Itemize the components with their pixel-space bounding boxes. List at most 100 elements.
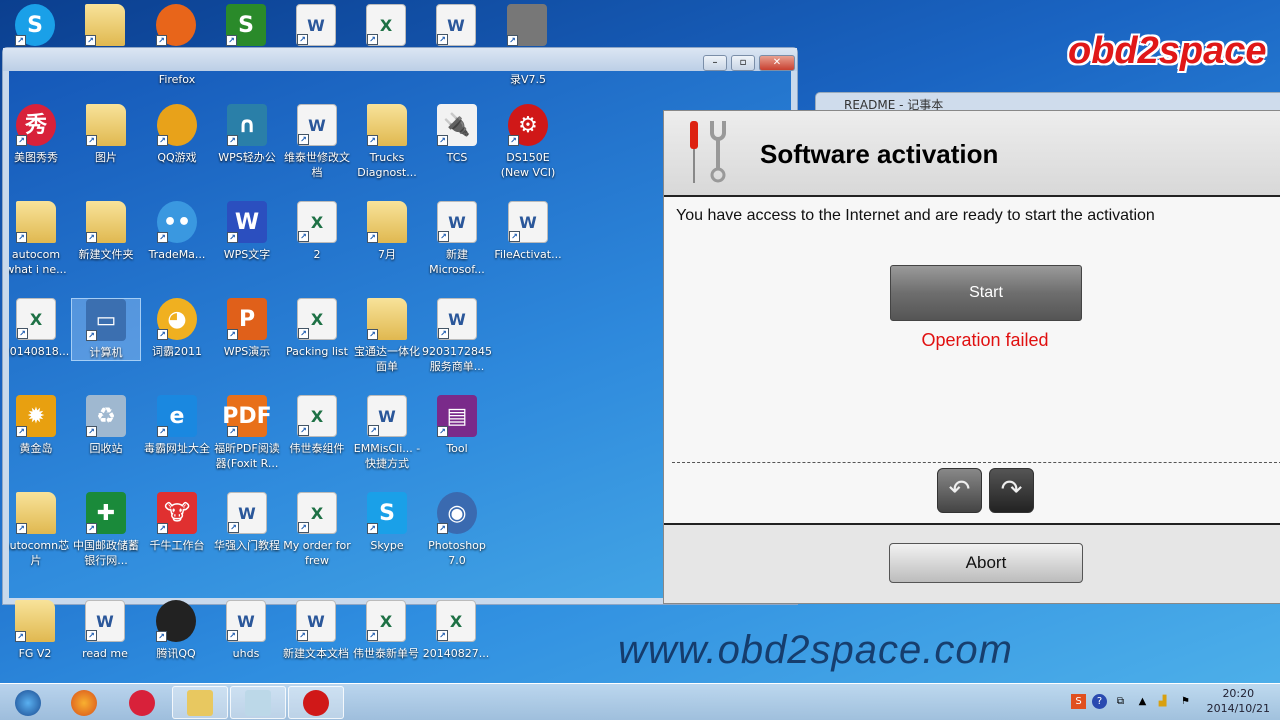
desktop-icon[interactable]: X ↗ 20140827...: [421, 600, 491, 661]
shortcut-arrow-icon: ↗: [86, 630, 97, 641]
app-icon: 秀 ↗: [16, 104, 56, 146]
desktop-icon[interactable]: P ↗ WPS演示: [212, 298, 282, 359]
desktop-icon[interactable]: X ↗ 2: [282, 201, 352, 262]
document-icon: W ↗: [297, 104, 337, 146]
desktop-icon[interactable]: X ↗ 伟世泰组件: [282, 395, 352, 456]
abort-button[interactable]: Abort: [889, 543, 1083, 583]
desktop-icon[interactable]: ✹ ↗ 黄金岛: [9, 395, 71, 456]
shortcut-arrow-icon: ↗: [437, 630, 448, 641]
shortcut-arrow-icon: ↗: [437, 34, 448, 45]
show-hidden-icons[interactable]: ▲: [1135, 694, 1150, 709]
desktop-icon[interactable]: ♻ ↗ 回收站: [71, 395, 141, 456]
taskbar-firefox[interactable]: [56, 686, 112, 719]
desktop-icon[interactable]: ◕ ↗ 词霸2011: [142, 298, 212, 359]
desktop-icon[interactable]: W ↗: [421, 4, 491, 50]
desktop-icon[interactable]: ↗ Trucks Diagnost...: [352, 104, 422, 180]
start-button[interactable]: [0, 686, 56, 719]
taskbar-meitu[interactable]: [114, 686, 170, 719]
shortcut-arrow-icon: ↗: [298, 328, 309, 339]
desktop-icon[interactable]: PDF ↗ 福昕PDF阅读器(Foxit R...: [212, 395, 282, 471]
desktop-icon[interactable]: 🐮 ↗ 千牛工作台: [142, 492, 212, 553]
desktop-icon[interactable]: W ↗ WPS文字: [212, 201, 282, 262]
desktop-icon[interactable]: 秀 ↗ 美图秀秀: [9, 104, 71, 165]
desktop-icon[interactable]: X ↗ Packing list: [282, 298, 352, 359]
spreadsheet-icon: X ↗: [366, 4, 406, 46]
action-center-flag-icon[interactable]: ⚑: [1178, 694, 1193, 709]
shortcut-arrow-icon: ↗: [86, 135, 97, 146]
desktop-icon[interactable]: W ↗ FileActivat...: [493, 201, 563, 262]
desktop-icon[interactable]: ∩ ↗ WPS轻办公: [212, 104, 282, 165]
desktop-icon[interactable]: W ↗ 9203172845服务商单...: [422, 298, 492, 374]
back-arrow-icon[interactable]: ↶: [937, 468, 982, 513]
desktop-icon[interactable]: ↗ 腾讯QQ: [141, 600, 211, 661]
clock[interactable]: 20:20 2014/10/21: [1207, 686, 1270, 716]
taskbar-notepad[interactable]: [230, 686, 286, 719]
desktop-icon[interactable]: W ↗ EMMisCli... - 快捷方式: [352, 395, 422, 471]
desktop-icon-label: 黄金岛: [19, 442, 53, 455]
desktop-icon[interactable]: ↗ autocom what i ne...: [9, 201, 71, 277]
document-icon: W ↗: [508, 201, 548, 243]
minimize-button[interactable]: –: [703, 55, 727, 71]
desktop-icon[interactable]: ↗ 新建文件夹: [71, 201, 141, 262]
network-tray-icon[interactable]: ⧉: [1113, 694, 1128, 709]
desktop-icon[interactable]: ↗ QQ游戏: [142, 104, 212, 165]
app-icon: PDF ↗: [222, 395, 272, 437]
desktop-icon-label: Photoshop 7.0: [428, 539, 486, 567]
desktop-icon-label: uhds: [232, 647, 260, 660]
forward-arrow-icon[interactable]: ↷: [989, 468, 1034, 513]
desktop-icon[interactable]: ↗ autocomn芯片: [9, 492, 71, 568]
shortcut-arrow-icon: ↗: [297, 34, 308, 45]
desktop-icon[interactable]: •• ↗ TradeMa...: [142, 201, 212, 262]
wps-tray-icon[interactable]: S: [1071, 694, 1086, 709]
desktop-icon[interactable]: ↗ 图片: [71, 104, 141, 165]
desktop-icon[interactable]: X ↗ My order for frew: [282, 492, 352, 568]
desktop-icon[interactable]: X ↗: [351, 4, 421, 50]
desktop-icon[interactable]: W ↗ uhds: [211, 600, 281, 661]
help-tray-icon[interactable]: ?: [1092, 694, 1107, 709]
desktop-icon[interactable]: ↗ FG V2: [0, 600, 70, 661]
desktop-icon[interactable]: W ↗ 维泰世修改文档: [282, 104, 352, 180]
desktop-icon[interactable]: ▤ ↗ Tool: [422, 395, 492, 456]
app-icon: ⚙ ↗: [508, 104, 548, 146]
desktop-icon[interactable]: ↗: [492, 4, 562, 50]
taskbar-ds150e[interactable]: [288, 686, 344, 719]
desktop-icon[interactable]: W ↗ 华强入门教程: [212, 492, 282, 553]
shortcut-arrow-icon: ↗: [157, 135, 168, 146]
desktop-icon[interactable]: e ↗ 毒霸网址大全: [142, 395, 212, 456]
clock-date: 2014/10/21: [1206, 702, 1270, 715]
desktop-icon[interactable]: ↗: [70, 4, 140, 50]
start-button[interactable]: Start: [890, 265, 1082, 321]
desktop-icon-label: 腾讯QQ: [156, 647, 196, 660]
desktop-icon[interactable]: X ↗ 20140818...: [9, 298, 71, 359]
shortcut-arrow-icon: ↗: [157, 232, 168, 243]
desktop-icon[interactable]: ◉ ↗ Photoshop 7.0: [422, 492, 492, 568]
desktop-icon[interactable]: ↗ 宝通达一体化面单: [352, 298, 422, 374]
shortcut-arrow-icon: ↗: [297, 630, 308, 641]
close-button[interactable]: ✕: [759, 55, 795, 71]
desktop-icon[interactable]: ✚ ↗ 中国邮政储蓄银行网...: [71, 492, 141, 568]
desktop-icon[interactable]: W ↗ 新建文本文档: [281, 600, 351, 661]
desktop-icon[interactable]: W ↗ 新建 Microsof...: [422, 201, 492, 277]
desktop-icon[interactable]: ▭ ↗ 计算机: [71, 298, 141, 361]
desktop-icon[interactable]: S ↗: [0, 4, 70, 50]
desktop-icon[interactable]: ↗: [141, 4, 211, 50]
desktop-icon[interactable]: W ↗ read me: [70, 600, 140, 661]
signal-tray-icon[interactable]: ▟: [1155, 694, 1170, 709]
desktop-icon[interactable]: ⚙ ↗ DS150E (New VCI): [493, 104, 563, 180]
spreadsheet-icon: X ↗: [16, 298, 56, 340]
desktop-icon[interactable]: 🔌 ↗ TCS: [422, 104, 492, 165]
desktop-icon[interactable]: X ↗ 伟世泰新单号: [351, 600, 421, 661]
folder-icon: ↗: [86, 104, 126, 146]
shortcut-arrow-icon: ↗: [16, 232, 27, 243]
folder-icon: ↗: [85, 4, 125, 46]
desktop-icon[interactable]: S ↗: [211, 4, 281, 50]
desktop-icon[interactable]: ↗ 7月: [352, 201, 422, 262]
desktop-icon-label: 20140818...: [9, 345, 70, 358]
shortcut-arrow-icon: ↗: [157, 329, 168, 340]
desktop-icon[interactable]: W ↗: [281, 4, 351, 50]
firefox-icon: [71, 689, 97, 716]
desktop-icon[interactable]: S ↗ Skype: [352, 492, 422, 553]
maximize-button[interactable]: ▫: [731, 55, 755, 71]
window-titlebar[interactable]: [3, 48, 797, 71]
taskbar-explorer[interactable]: [172, 686, 228, 719]
